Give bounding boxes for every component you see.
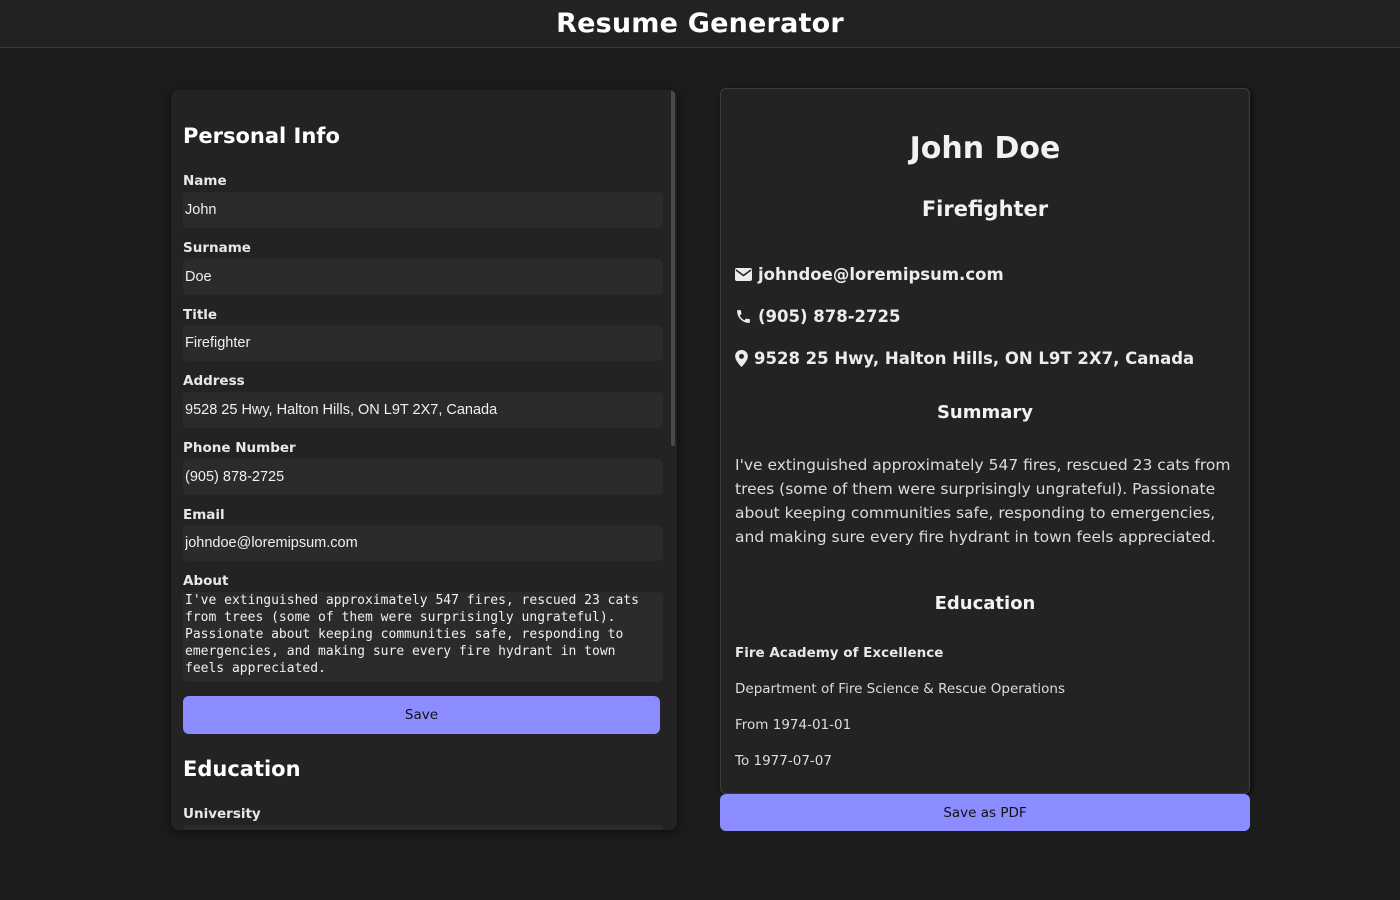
name-label: Name — [183, 173, 227, 189]
resume-preview: John Doe Firefighter johndoe@loremipsum.… — [720, 88, 1250, 794]
preview-address: 9528 25 Hwy, Halton Hills, ON L9T 2X7, C… — [735, 349, 1194, 368]
title-label: Title — [183, 307, 218, 323]
preview-education-heading: Education — [934, 593, 1036, 614]
about-label: About — [183, 573, 229, 589]
app-header: Resume Generator — [0, 0, 1400, 48]
preview-name: John Doe — [909, 131, 1061, 166]
university-input[interactable] — [183, 825, 663, 830]
education-from: From 1974-01-01 — [735, 717, 852, 733]
phone-icon — [737, 310, 750, 323]
surname-input[interactable] — [183, 259, 663, 295]
title-input[interactable] — [183, 325, 663, 361]
name-input[interactable] — [183, 192, 663, 228]
save-as-pdf-button[interactable]: Save as PDF — [720, 794, 1250, 831]
surname-label: Surname — [183, 240, 251, 256]
summary-text: I've extinguished approximately 547 fire… — [735, 456, 1231, 546]
preview-phone-text: (905) 878-2725 — [758, 307, 901, 326]
map-pin-icon — [735, 350, 748, 367]
personal-info-heading: Personal Info — [183, 124, 340, 148]
address-label: Address — [183, 373, 245, 389]
envelope-icon — [735, 268, 752, 281]
preview-title: Firefighter — [921, 197, 1049, 221]
phone-input[interactable] — [183, 459, 663, 495]
education-department: Department of Fire Science & Rescue Oper… — [735, 681, 1066, 697]
email-label: Email — [183, 507, 225, 523]
preview-phone: (905) 878-2725 — [735, 307, 900, 326]
address-input[interactable] — [183, 392, 663, 428]
university-label: University — [183, 806, 261, 822]
education-to: To 1977-07-07 — [735, 753, 832, 769]
form-scrollbar[interactable] — [671, 90, 675, 446]
education-heading: Education — [183, 757, 301, 781]
phone-label: Phone Number — [183, 440, 296, 456]
education-university: Fire Academy of Excellence — [735, 645, 944, 661]
email-input[interactable] — [183, 525, 663, 561]
save-button[interactable]: Save — [183, 696, 660, 734]
form-panel[interactable]: Personal Info Name Surname Title Address… — [171, 90, 677, 830]
about-textarea[interactable]: I've extinguished approximately 547 fire… — [183, 592, 663, 682]
summary-heading: Summary — [936, 402, 1034, 423]
preview-email: johndoe@loremipsum.com — [735, 265, 1004, 284]
preview-address-text: 9528 25 Hwy, Halton Hills, ON L9T 2X7, C… — [754, 349, 1195, 368]
preview-email-text: johndoe@loremipsum.com — [758, 265, 1004, 284]
app-title: Resume Generator — [556, 8, 844, 39]
